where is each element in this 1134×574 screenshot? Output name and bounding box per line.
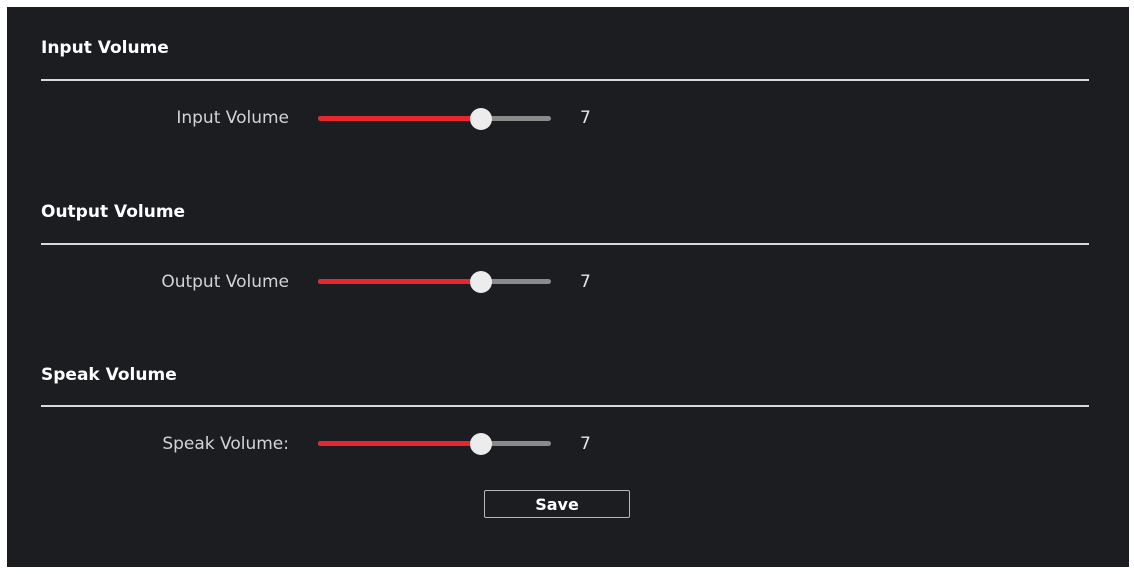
slider-fill	[318, 441, 482, 446]
speak-volume-value: 7	[580, 434, 591, 454]
slider-thumb[interactable]	[470, 108, 493, 130]
input-volume-value: 7	[580, 108, 591, 128]
input-volume-label: Input Volume	[176, 108, 289, 128]
slider-fill	[318, 279, 482, 284]
output-volume-slider[interactable]	[318, 271, 551, 293]
slider-thumb[interactable]	[470, 271, 493, 293]
section-divider	[41, 405, 1089, 407]
volume-settings-panel: Input Volume Input Volume 7 Output Volum…	[7, 7, 1129, 567]
output-volume-label: Output Volume	[161, 272, 289, 292]
speak-volume-section-title: Speak Volume	[41, 365, 177, 385]
output-volume-section-title: Output Volume	[41, 202, 186, 222]
save-button[interactable]: Save	[484, 490, 630, 518]
slider-thumb[interactable]	[470, 433, 493, 455]
section-divider	[41, 79, 1089, 81]
speak-volume-slider[interactable]	[318, 433, 551, 455]
speak-volume-label: Speak Volume:	[162, 434, 289, 454]
input-volume-section-title: Input Volume	[41, 38, 169, 58]
section-divider	[41, 243, 1089, 245]
input-volume-slider[interactable]	[318, 108, 551, 130]
slider-fill	[318, 116, 482, 121]
output-volume-value: 7	[580, 272, 591, 292]
